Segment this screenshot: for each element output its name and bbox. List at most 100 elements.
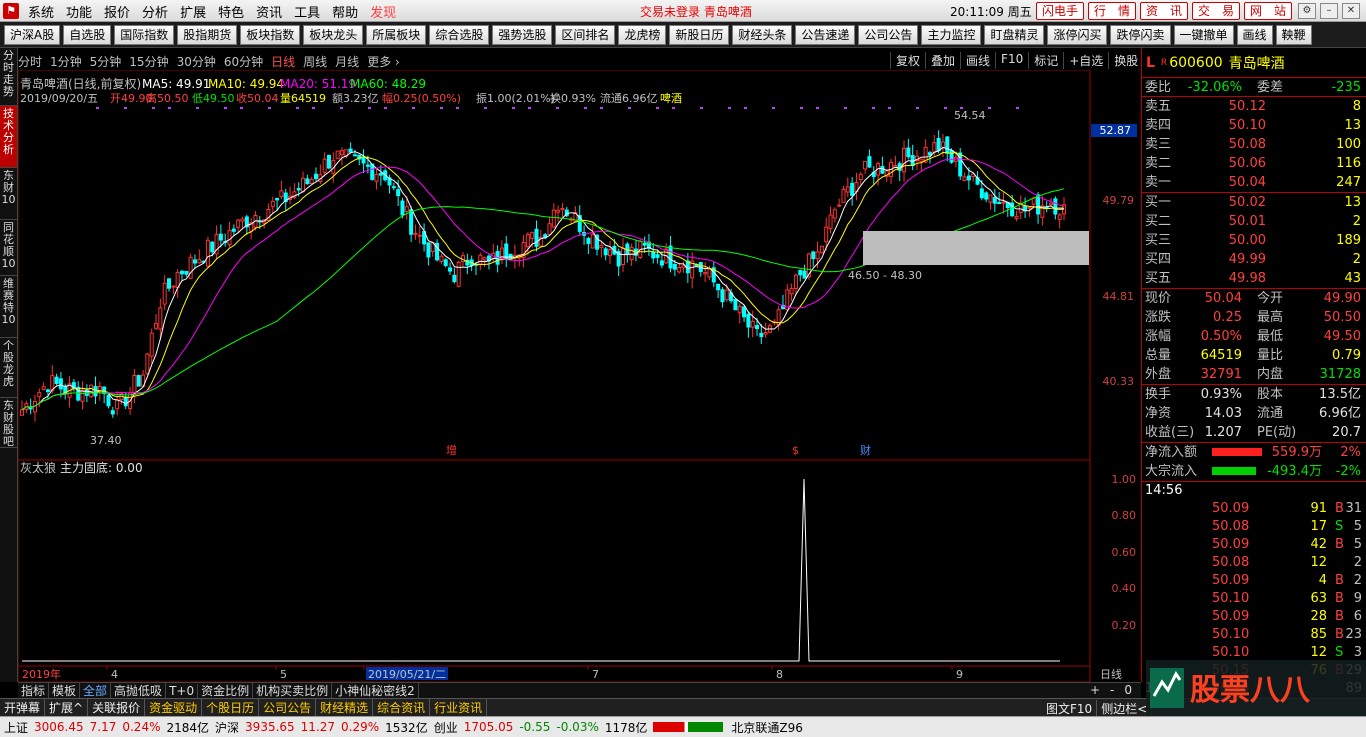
left-tab-5[interactable]: 个股龙虎 <box>0 338 17 398</box>
menu-item-3[interactable]: 分析 <box>136 2 174 21</box>
indicator-tab-5[interactable]: 资金比例 <box>198 682 254 699</box>
bottom-nav-right-0[interactable]: 图文F10 <box>1042 699 1098 717</box>
menu-item-6[interactable]: 资讯 <box>250 2 288 21</box>
toolbar-button-20[interactable]: 画线 <box>1236 24 1273 45</box>
left-tab-1[interactable]: 技术分析 <box>0 106 17 168</box>
period-tab-9[interactable]: 更多 › <box>367 53 400 70</box>
bottom-nav-6[interactable]: 财经精选 <box>316 699 374 716</box>
toolbar-button-15[interactable]: 主力监控 <box>921 24 982 45</box>
chart-tool-4[interactable]: 标记 <box>1028 52 1063 69</box>
period-tab-5[interactable]: 60分钟 <box>224 53 263 70</box>
sell-row-3[interactable]: 卖二 50.06 116 <box>1142 154 1366 173</box>
event-marker-2[interactable]: 财 <box>860 443 871 457</box>
chart-tool-6[interactable]: 换股 <box>1108 52 1143 69</box>
toolbar-button-2[interactable]: 国际指数 <box>114 24 175 45</box>
toolbar-button-1[interactable]: 自选股 <box>63 24 112 45</box>
period-tab-6[interactable]: 日线 <box>271 53 295 70</box>
settings-icon[interactable]: ⚙ <box>1298 3 1316 19</box>
chart-tool-0[interactable]: 复权 <box>890 52 925 69</box>
bottom-nav-2[interactable]: 关联报价 <box>88 699 146 716</box>
title-button-4[interactable]: 网 站 <box>1244 2 1292 20</box>
indicator-tab-2[interactable]: 全部 <box>80 682 112 699</box>
left-tab-0[interactable]: 分时走势 <box>0 48 17 106</box>
title-button-2[interactable]: 资 讯 <box>1140 2 1188 20</box>
toolbar-button-5[interactable]: 板块龙头 <box>303 24 364 45</box>
buy-row-0[interactable]: 买一 50.02 13 <box>1142 193 1366 212</box>
cy-index-label[interactable]: 创业 <box>434 719 458 736</box>
bottom-nav-8[interactable]: 行业资讯 <box>430 699 488 716</box>
sell-row-4[interactable]: 卖一 50.04 247 <box>1142 173 1366 192</box>
chart-tool-5[interactable]: +自选 <box>1063 52 1108 69</box>
toolbar-button-7[interactable]: 综合选股 <box>429 24 490 45</box>
period-tab-3[interactable]: 15分钟 <box>129 53 168 70</box>
close-icon[interactable]: ✕ <box>1342 3 1360 19</box>
menu-item-4[interactable]: 扩展 <box>174 2 212 21</box>
chart-tool-1[interactable]: 叠加 <box>925 52 960 69</box>
toolbar-button-9[interactable]: 区间排名 <box>555 24 616 45</box>
period-tab-1[interactable]: 1分钟 <box>50 53 82 70</box>
indicator-control-1[interactable]: - <box>1105 683 1119 697</box>
indicator-control-2[interactable]: 0 <box>1119 683 1137 697</box>
left-tab-3[interactable]: 同花顺10 <box>0 220 17 276</box>
toolbar-button-3[interactable]: 股指期货 <box>177 24 238 45</box>
toolbar-button-4[interactable]: 板块指数 <box>240 24 301 45</box>
bottom-nav-3[interactable]: 资金驱动 <box>145 699 203 716</box>
title-button-0[interactable]: 闪电手 <box>1036 2 1084 20</box>
toolbar-button-16[interactable]: 盯盘精灵 <box>984 24 1045 45</box>
kline-chart[interactable]: 青岛啤酒(日线,前复权) MA5: 49.91MA10: 49.94MA20: 5… <box>18 70 1141 682</box>
menu-item-7[interactable]: 工具 <box>288 2 326 21</box>
bottom-nav-4[interactable]: 个股日历 <box>202 699 260 716</box>
chart-tool-2[interactable]: 画线 <box>960 52 995 69</box>
left-tab-2[interactable]: 东财10 <box>0 168 17 220</box>
buy-row-1[interactable]: 买二 50.01 2 <box>1142 212 1366 231</box>
indicator-tab-3[interactable]: 高抛低吸 <box>111 682 167 699</box>
toolbar-button-13[interactable]: 公告速递 <box>795 24 856 45</box>
menu-item-0[interactable]: 系统 <box>22 2 60 21</box>
bottom-nav-0[interactable]: 开弹幕 <box>0 699 46 716</box>
menu-item-2[interactable]: 报价 <box>98 2 136 21</box>
sz-index-label[interactable]: 沪深 <box>215 719 239 736</box>
toolbar-button-10[interactable]: 龙虎榜 <box>618 24 667 45</box>
bottom-nav-5[interactable]: 公司公告 <box>259 699 317 716</box>
bottom-nav-1[interactable]: 扩展^ <box>45 699 89 716</box>
indicator-control-0[interactable]: + <box>1085 683 1105 697</box>
minimize-icon[interactable]: – <box>1320 3 1338 19</box>
period-tab-0[interactable]: 分时 <box>18 53 42 70</box>
stock-header[interactable]: L R 600600 青岛啤酒 <box>1142 48 1366 78</box>
indicator-tab-6[interactable]: 机构买卖比例 <box>253 682 333 699</box>
menu-item-discover[interactable]: 发现 <box>364 2 402 21</box>
event-marker-0[interactable]: 增 <box>446 443 457 457</box>
toolbar-button-17[interactable]: 涨停闪买 <box>1047 24 1108 45</box>
toolbar-button-6[interactable]: 所属板块 <box>366 24 427 45</box>
left-tab-6[interactable]: 东财股吧 <box>0 398 17 448</box>
menu-item-5[interactable]: 特色 <box>212 2 250 21</box>
toolbar-button-8[interactable]: 强势选股 <box>492 24 553 45</box>
connection-status[interactable]: 北京联通Z96 <box>731 719 803 736</box>
toolbar-button-19[interactable]: 一键撤单 <box>1173 24 1234 45</box>
period-tab-4[interactable]: 30分钟 <box>177 53 216 70</box>
bottom-nav-right-1[interactable]: 侧边栏< <box>1097 699 1153 717</box>
period-tab-2[interactable]: 5分钟 <box>90 53 122 70</box>
toolbar-button-21[interactable]: 鞅鞭 <box>1275 24 1312 45</box>
toolbar-button-0[interactable]: 沪深A股 <box>4 24 61 45</box>
bottom-nav-7[interactable]: 综合资讯 <box>373 699 431 716</box>
title-button-3[interactable]: 交 易 <box>1192 2 1240 20</box>
indicator-tab-4[interactable]: T+0 <box>166 683 199 698</box>
buy-row-4[interactable]: 买五 49.98 43 <box>1142 269 1366 288</box>
period-tab-8[interactable]: 月线 <box>335 53 359 70</box>
buy-row-3[interactable]: 买四 49.99 2 <box>1142 250 1366 269</box>
chart-tool-3[interactable]: F10 <box>995 52 1028 69</box>
indicator-tab-0[interactable]: 指标 <box>18 682 50 699</box>
sell-row-0[interactable]: 卖五 50.12 8 <box>1142 97 1366 116</box>
period-tab-7[interactable]: 周线 <box>303 53 327 70</box>
toolbar-button-12[interactable]: 财经头条 <box>732 24 793 45</box>
buy-row-2[interactable]: 买三 50.00 189 <box>1142 231 1366 250</box>
toolbar-button-18[interactable]: 跌停闪卖 <box>1110 24 1171 45</box>
sell-row-2[interactable]: 卖三 50.08 100 <box>1142 135 1366 154</box>
menu-item-1[interactable]: 功能 <box>60 2 98 21</box>
title-button-1[interactable]: 行 情 <box>1088 2 1136 20</box>
left-tab-4[interactable]: 维赛特10 <box>0 276 17 338</box>
menu-item-8[interactable]: 帮助 <box>326 2 364 21</box>
event-marker-1[interactable]: $ <box>792 444 799 457</box>
toolbar-button-11[interactable]: 新股日历 <box>669 24 730 45</box>
